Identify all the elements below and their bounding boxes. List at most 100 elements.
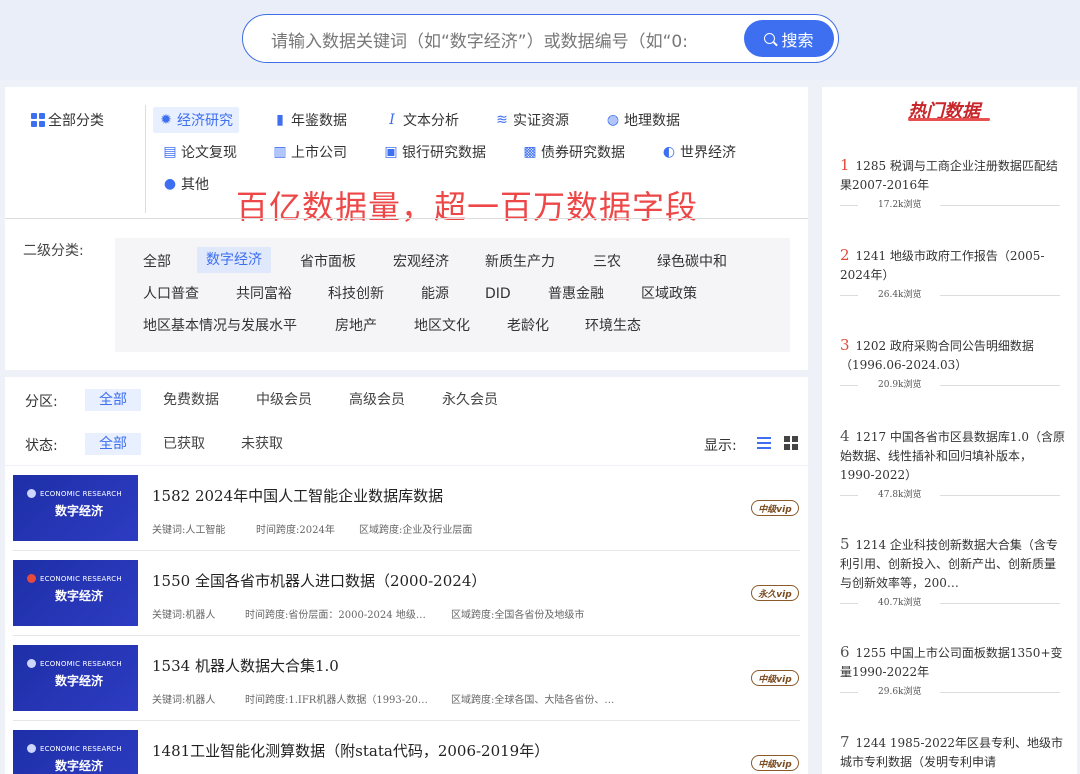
- category-empirical[interactable]: ≋ 实证资源: [489, 107, 575, 133]
- subcategory-item[interactable]: 共同富裕: [227, 281, 301, 307]
- status-option-active[interactable]: 全部: [85, 433, 141, 455]
- hot-item-text: 1255 中国上市公司面板数据1350+变量1990-2022年: [840, 646, 1063, 679]
- subcategory-item[interactable]: 人口普查: [134, 281, 208, 307]
- item-keyword: 关键词:人工智能: [152, 525, 226, 536]
- subcategory-item-active[interactable]: 数字经济: [197, 247, 271, 273]
- search-box: 请输入数据关键词（如“数字经济”）或数据编号（如“0: 搜索: [242, 14, 839, 63]
- globe-icon: ◍: [606, 112, 620, 128]
- subcategory-item[interactable]: 普惠金融: [539, 281, 613, 307]
- item-title[interactable]: 1481工业智能化测算数据（附stata代码，2006-2019年）: [152, 740, 549, 761]
- list-item[interactable]: ECONOMIC RESEARCH 数字经济 1582 2024年中国人工智能企…: [5, 466, 808, 551]
- category-panel: 全部分类 ✹ 经济研究 ▮ 年鉴数据 I 文本分析 ≋ 实证资源 ◍ 地理数据 …: [5, 87, 808, 370]
- subcategory-item[interactable]: 房地产: [326, 313, 386, 339]
- subcategory-item[interactable]: 三农: [584, 249, 630, 275]
- hot-item[interactable]: 1 1285 税调与工商企业注册数据匹配结果2007-2016年 17.2k浏览: [840, 156, 1065, 213]
- subcategory-item[interactable]: 绿色碳中和: [648, 249, 736, 275]
- zone-option[interactable]: 永久会员: [428, 389, 512, 411]
- view-count: 17.2k浏览: [876, 197, 924, 210]
- subcategory-item[interactable]: 能源: [412, 281, 458, 307]
- subcategory-item[interactable]: 环境生态: [576, 313, 650, 339]
- list-view-icon[interactable]: [757, 437, 771, 449]
- subcategory-item[interactable]: 地区基本情况与发展水平: [134, 313, 306, 339]
- category-label: 债券研究数据: [541, 145, 625, 161]
- vip-badge: 中级vip: [751, 755, 799, 771]
- item-keyword: 关键词:机器人: [152, 610, 216, 621]
- hot-item[interactable]: 5 1214 企业科技创新数据大合集（含专利引用、创新投入、创新产出、创新质量与创…: [840, 535, 1065, 611]
- subcategory-item[interactable]: 区域政策: [632, 281, 706, 307]
- all-categories-button[interactable]: 全部分类: [31, 110, 104, 130]
- item-time-span: 时间跨度:2024年: [256, 525, 335, 536]
- subcategory-item[interactable]: 宏观经济: [384, 249, 458, 275]
- italic-i-icon: I: [389, 112, 395, 128]
- search-button[interactable]: 搜索: [744, 20, 834, 57]
- zone-option-active[interactable]: 全部: [85, 389, 141, 411]
- search-button-label: 搜索: [781, 30, 814, 50]
- item-title[interactable]: 1550 全国各省市机器人进口数据（2000-2024）: [152, 570, 486, 591]
- earth-icon: ◐: [662, 144, 676, 160]
- hot-item[interactable]: 6 1255 中国上市公司面板数据1350+变量1990-2022年 29.6k浏…: [840, 643, 1065, 700]
- item-title[interactable]: 1582 2024年中国人工智能企业数据库数据: [152, 485, 443, 506]
- zone-option[interactable]: 免费数据: [149, 389, 233, 411]
- all-categories-label: 全部分类: [48, 113, 104, 129]
- search-icon: [764, 33, 776, 44]
- category-text-analysis[interactable]: I 文本分析: [379, 107, 465, 133]
- subcategory-item[interactable]: 省市面板: [291, 249, 365, 275]
- layers-icon: ≋: [496, 112, 508, 128]
- category-label: 银行研究数据: [402, 145, 486, 161]
- rank-number: 1: [840, 156, 850, 174]
- subcategory-item[interactable]: 地区文化: [405, 313, 479, 339]
- subcategory-label: 二级分类:: [23, 243, 84, 259]
- category-label: 实证资源: [513, 113, 569, 129]
- search-input[interactable]: 请输入数据关键词（如“数字经济”）或数据编号（如“0:: [271, 27, 721, 53]
- subcategory-item[interactable]: 新质生产力: [476, 249, 564, 275]
- divider: [145, 105, 146, 213]
- thumbnail-tag: ECONOMIC RESEARCH: [27, 489, 122, 498]
- grid-view-icon[interactable]: [784, 436, 798, 450]
- category-bond[interactable]: ▩ 债券研究数据: [517, 139, 631, 165]
- list-item[interactable]: ECONOMIC RESEARCH 数字经济 1481工业智能化测算数据（附st…: [5, 721, 808, 774]
- hot-item[interactable]: 4 1217 中国各省市区县数据库1.0（含原始数据、线性插补和回归填补版本，19…: [840, 427, 1065, 503]
- subcategory-item[interactable]: 全部: [134, 249, 180, 275]
- hot-item-text: 1241 地级市政府工作报告（2005-2024年）: [840, 249, 1045, 282]
- hot-item[interactable]: 2 1241 地级市政府工作报告（2005-2024年） 26.4k浏览: [840, 246, 1065, 303]
- hot-item-text: 1202 政府采购合同公告明细数据（1996.06-2024.03）: [840, 339, 1034, 372]
- category-geo[interactable]: ◍ 地理数据: [600, 107, 686, 133]
- bar-chart-icon: ▥: [273, 144, 287, 160]
- category-listed-company[interactable]: ▥ 上市公司: [267, 139, 353, 165]
- category-economic-research[interactable]: ✹ 经济研究: [153, 107, 239, 133]
- subcategory-box: 全部 数字经济 省市面板 宏观经济 新质生产力 三农 绿色碳中和 人口普查 共同…: [115, 238, 790, 352]
- thumbnail-title: 数字经济: [55, 589, 104, 603]
- view-count: 20.9k浏览: [876, 377, 924, 390]
- status-option[interactable]: 已获取: [149, 433, 219, 455]
- list-item[interactable]: ECONOMIC RESEARCH 数字经济 1534 机器人数据大合集1.0 …: [5, 636, 808, 721]
- filter-panel: 分区: 全部 免费数据 中级会员 高级会员 永久会员 状态: 全部 已获取 未获…: [5, 377, 808, 465]
- category-bank[interactable]: ▣ 银行研究数据: [378, 139, 492, 165]
- category-label: 其他: [181, 177, 209, 193]
- thumbnail: ECONOMIC RESEARCH 数字经济: [13, 560, 138, 626]
- zone-option[interactable]: 中级会员: [242, 389, 326, 411]
- category-paper-replication[interactable]: ▤ 论文复现: [157, 139, 243, 165]
- item-title[interactable]: 1534 机器人数据大合集1.0: [152, 655, 339, 676]
- hot-item[interactable]: 3 1202 政府采购合同公告明细数据（1996.06-2024.03） 20.9…: [840, 336, 1065, 393]
- thumbnail-title: 数字经济: [55, 674, 104, 688]
- category-yearbook[interactable]: ▮ 年鉴数据: [267, 107, 353, 133]
- item-region-span: 区域跨度:企业及行业层面: [359, 525, 473, 536]
- hot-item[interactable]: 7 1244 1985-2022年区县专利、地级市城市专利数据（发明专利申请: [840, 733, 1065, 772]
- bank-icon: ▣: [384, 144, 398, 160]
- list-item[interactable]: ECONOMIC RESEARCH 数字经济 1550 全国各省市机器人进口数据…: [5, 551, 808, 636]
- category-world-economy[interactable]: ◐ 世界经济: [656, 139, 742, 165]
- view-count: 26.4k浏览: [876, 287, 924, 300]
- status-option[interactable]: 未获取: [227, 433, 297, 455]
- dataset-list: ECONOMIC RESEARCH 数字经济 1582 2024年中国人工智能企…: [5, 466, 808, 774]
- thumbnail-tag: ECONOMIC RESEARCH: [27, 659, 122, 668]
- zone-option[interactable]: 高级会员: [335, 389, 419, 411]
- subcategory-item[interactable]: DID: [476, 281, 520, 307]
- subcategory-item[interactable]: 科技创新: [319, 281, 393, 307]
- subcategory-item[interactable]: 老龄化: [498, 313, 558, 339]
- category-other[interactable]: ● 其他: [157, 171, 215, 197]
- vip-badge: 中级vip: [751, 670, 799, 686]
- zone-label: 分区:: [25, 394, 58, 410]
- hot-item-text: 1244 1985-2022年区县专利、地级市城市专利数据（发明专利申请: [840, 736, 1064, 769]
- display-label: 显示:: [704, 438, 737, 454]
- vip-badge: 中级vip: [751, 500, 799, 516]
